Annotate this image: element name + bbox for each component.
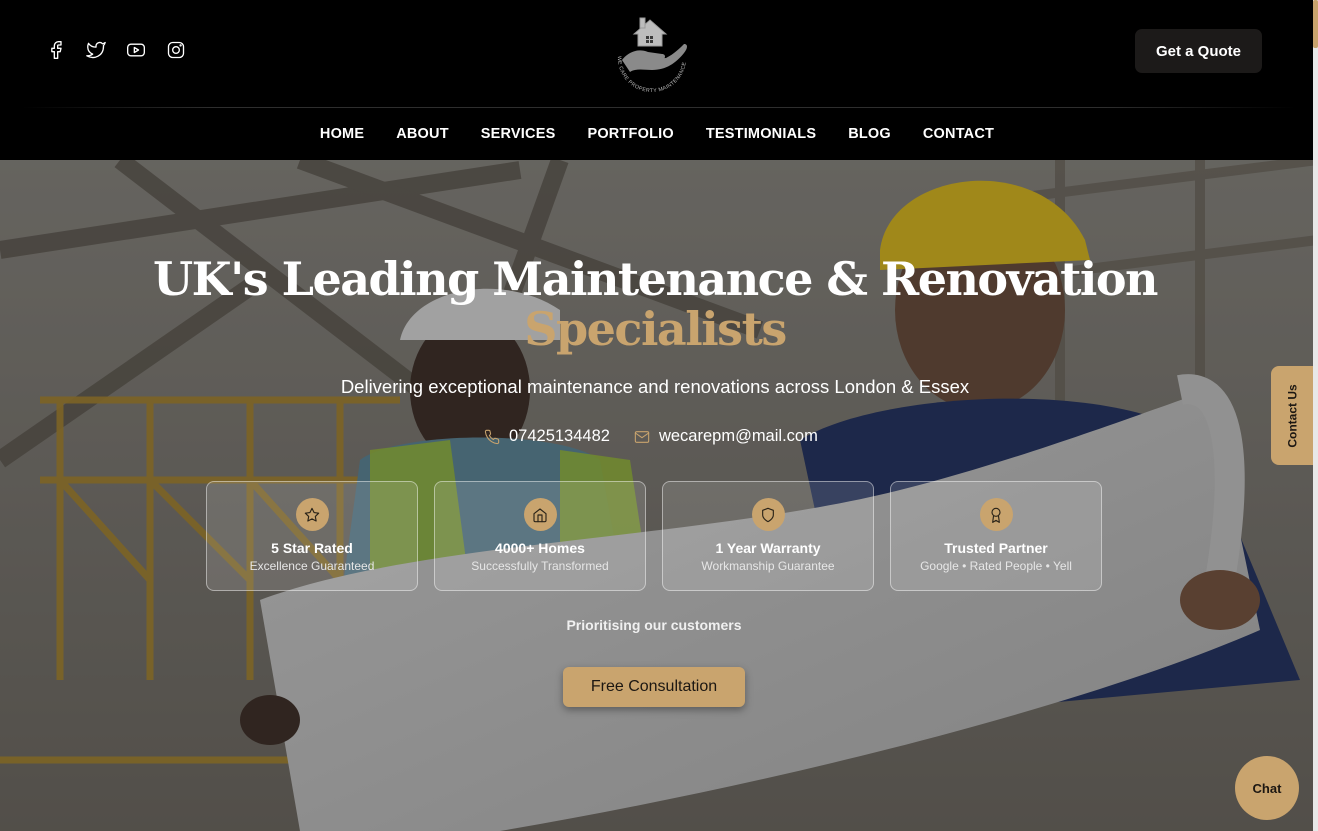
nav-services[interactable]: SERVICES [481, 126, 556, 142]
chat-button[interactable]: Chat [1235, 756, 1299, 820]
hero-section: UK's Leading Maintenance & Renovation Sp… [0, 160, 1318, 831]
email-link[interactable]: wecarepm@mail.com [634, 427, 818, 446]
get-a-quote-button[interactable]: Get a Quote [1135, 29, 1262, 73]
instagram-icon[interactable] [164, 38, 188, 62]
card-title: 1 Year Warranty [715, 540, 821, 556]
feature-cards: 5 Star Rated Excellence Guaranteed 4000+… [206, 481, 1102, 591]
main-nav: HOME ABOUT SERVICES PORTFOLIO TESTIMONIA… [0, 108, 1318, 160]
hero-tagline: Prioritising our customers [566, 617, 742, 633]
nav-contact[interactable]: CONTACT [923, 126, 994, 142]
phone-number: 07425134482 [509, 427, 610, 445]
mail-icon [634, 430, 650, 443]
scrollbar-track[interactable] [1313, 0, 1318, 831]
nav-testimonials[interactable]: TESTIMONIALS [706, 126, 816, 142]
free-consultation-button[interactable]: Free Consultation [563, 667, 745, 707]
card-title: 4000+ Homes [495, 540, 585, 556]
nav-about[interactable]: ABOUT [396, 126, 449, 142]
feature-card: 1 Year Warranty Workmanship Guarantee [662, 481, 874, 591]
feature-card: Trusted Partner Google • Rated People • … [890, 481, 1102, 591]
contact-us-label: Contact Us [1286, 383, 1300, 448]
nav-blog[interactable]: BLOG [848, 126, 891, 142]
hero-headline-accent: Specialists [524, 302, 787, 356]
card-subtitle: Workmanship Guarantee [701, 559, 835, 573]
nav-portfolio[interactable]: PORTFOLIO [587, 126, 673, 142]
nav-home[interactable]: HOME [320, 126, 364, 142]
feature-card: 4000+ Homes Successfully Transformed [434, 481, 646, 591]
card-subtitle: Google • Rated People • Yell [920, 559, 1072, 573]
shield-icon [751, 498, 785, 531]
hero-headline: UK's Leading Maintenance & Renovation [153, 252, 1158, 306]
contact-us-tab[interactable]: Contact Us [1271, 366, 1315, 465]
social-links [44, 38, 188, 62]
phone-link[interactable]: 07425134482 [484, 427, 610, 446]
scrollbar-thumb[interactable] [1313, 0, 1318, 48]
top-bar: WE CARE PROPERTY MAINTENANCE Get a Quote [0, 0, 1318, 108]
award-icon [979, 498, 1013, 531]
facebook-icon[interactable] [44, 38, 68, 62]
star-icon [295, 498, 329, 531]
youtube-icon[interactable] [124, 38, 148, 62]
feature-card: 5 Star Rated Excellence Guaranteed [206, 481, 418, 591]
phone-icon [484, 429, 500, 444]
twitter-icon[interactable] [84, 38, 108, 62]
email-address: wecarepm@mail.com [658, 427, 818, 445]
card-subtitle: Excellence Guaranteed [249, 559, 375, 573]
card-title: 5 Star Rated [271, 540, 353, 556]
card-subtitle: Successfully Transformed [471, 559, 609, 573]
contact-info: 07425134482 wecarepm@mail.com [484, 427, 818, 446]
home-icon [523, 498, 557, 531]
hero-subheadline: Delivering exceptional maintenance and r… [340, 376, 970, 397]
card-title: Trusted Partner [944, 540, 1048, 556]
company-logo[interactable]: WE CARE PROPERTY MAINTENANCE [604, 8, 694, 98]
